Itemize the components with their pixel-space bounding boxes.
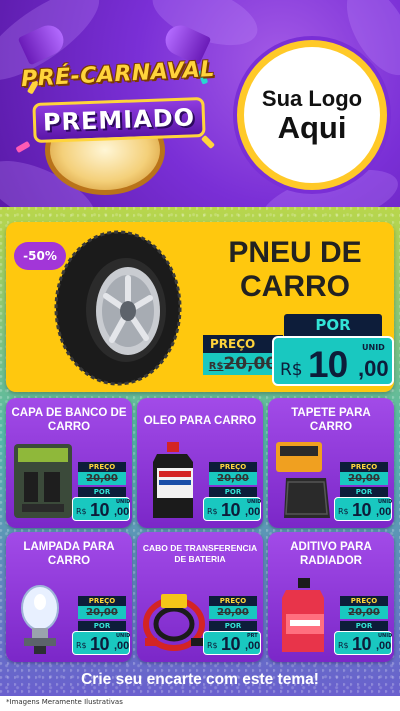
product-name: CABO DE TRANSFERENCIA DE BATERIA	[142, 543, 258, 564]
por-label: POR	[78, 487, 126, 497]
old-price: R$20,00	[203, 353, 283, 375]
price-integer: 10	[352, 500, 372, 520]
radiator-additive-image	[272, 572, 338, 656]
preco-label: PREÇO	[209, 462, 257, 472]
featured-product-name: PNEU DE CARRO	[202, 236, 388, 304]
title-pre-carnaval: PRÉ-CARNAVAL	[20, 56, 216, 93]
preco-label: PREÇO	[203, 335, 283, 353]
price-currency: R$	[207, 641, 218, 650]
product-card: TAPETE PARA CARRO PREÇO 20,00 POR R$ 10 …	[268, 398, 394, 528]
por-label: POR	[209, 487, 257, 497]
featured-name-line1: PNEU DE	[228, 236, 362, 269]
price-integer: 10	[90, 634, 110, 654]
price-unit: UNID	[378, 633, 393, 639]
preco-label: PREÇO	[340, 462, 388, 472]
old-price: 20,00	[340, 472, 388, 485]
price-currency: R$	[338, 641, 349, 650]
price-currency: R$	[76, 507, 87, 516]
por-label: POR	[340, 487, 388, 497]
price-decimal: ,00	[376, 640, 392, 652]
product-name: LAMPADA PARA CARRO	[23, 541, 115, 567]
por-label: POR	[340, 621, 388, 631]
old-price-currency: R$	[208, 361, 224, 372]
seat-cover-image	[10, 438, 76, 522]
price-decimal: ,00	[376, 506, 392, 518]
confetti-icon	[15, 140, 31, 154]
confetti-icon	[200, 134, 216, 150]
product-name: ADITIVO PARA RADIADOR	[290, 541, 372, 567]
preco-label: PREÇO	[78, 596, 126, 606]
price-integer: 10	[308, 344, 348, 385]
header-banner: PRÉ-CARNAVAL PREMIADO Sua Logo Aqui	[0, 0, 400, 210]
product-name: CAPA DE BANCO DE CARRO	[11, 407, 127, 433]
price-integer: 10	[352, 634, 372, 654]
price-integer: 10	[221, 634, 241, 654]
new-price: R$ 10 UNID ,00	[334, 631, 392, 655]
product-name: OLEO PARA CARRO	[143, 415, 257, 427]
oil-bottle-image	[141, 438, 207, 522]
preco-label: PREÇO	[209, 596, 257, 606]
price-currency: R$	[207, 507, 218, 516]
price-currency: R$	[76, 641, 87, 650]
price-currency: R$	[338, 507, 349, 516]
price-decimal: ,00	[245, 506, 261, 518]
tire-image	[46, 226, 186, 388]
price-unit: UNID	[247, 499, 262, 505]
product-name: TAPETE PARA CARRO	[291, 407, 371, 433]
new-price: R$ 10 UNID ,00	[72, 631, 130, 655]
price-integer: 10	[221, 500, 241, 520]
featured-name-line2: CARRO	[240, 270, 350, 303]
price-decimal: ,00	[245, 640, 261, 652]
old-price: 20,00	[78, 472, 126, 485]
new-price: R$ 10 UNID ,00	[334, 497, 392, 521]
product-card: CAPA DE BANCO DE CARRO PREÇO 20,00 POR R…	[6, 398, 132, 528]
product-card: CABO DE TRANSFERENCIA DE BATERIA PREÇO 2…	[137, 532, 263, 662]
floor-mat-image	[272, 438, 338, 522]
price-unit: PRT	[247, 633, 258, 639]
new-price: R$ 10 UNID ,00	[72, 497, 130, 521]
por-label: POR	[284, 314, 382, 336]
new-price: R$ 10 UNID ,00	[272, 336, 394, 386]
price-integer: 10	[90, 500, 110, 520]
old-price: 20,00	[209, 606, 257, 619]
title-premiado: PREMIADO	[32, 97, 206, 143]
old-price: 20,00	[209, 472, 257, 485]
old-price: 20,00	[340, 606, 388, 619]
product-card: LAMPADA PARA CARRO PREÇO 20,00 POR R$ 10…	[6, 532, 132, 662]
preco-label: PREÇO	[78, 462, 126, 472]
old-price-value: 20,00	[223, 354, 278, 374]
new-price: R$ 10 UNID ,00	[203, 497, 261, 521]
featured-product-card: -50% PNEU DE CARRO POR PREÇO R$20,00 R$ …	[6, 222, 394, 392]
price-unit: UNID	[116, 633, 131, 639]
battery-cable-image	[141, 572, 207, 656]
price-unit: UNID	[362, 343, 385, 352]
disclaimer-text: *Imagens Meramente Ilustrativas	[6, 698, 123, 706]
price-unit: UNID	[378, 499, 393, 505]
price-decimal: ,00	[114, 506, 130, 518]
new-price: R$ 10 PRT ,00	[203, 631, 261, 655]
cta-link[interactable]: Crie seu encarte com este tema!	[20, 666, 380, 694]
logo-text-line2: Aqui	[277, 109, 347, 145]
logo-placeholder: Sua Logo Aqui	[237, 40, 387, 190]
old-price: 20,00	[78, 606, 126, 619]
lamp-image	[10, 572, 76, 656]
price-decimal: ,00	[114, 640, 130, 652]
price-currency: R$	[280, 360, 303, 380]
por-label: POR	[209, 621, 257, 631]
price-unit: UNID	[116, 499, 131, 505]
preco-label: PREÇO	[340, 596, 388, 606]
logo-text-line1: Sua Logo	[261, 85, 363, 111]
por-label: POR	[78, 621, 126, 631]
product-card: OLEO PARA CARRO PREÇO 20,00 POR R$ 10 UN…	[137, 398, 263, 528]
product-card: ADITIVO PARA RADIADOR PREÇO 20,00 POR R$…	[268, 532, 394, 662]
price-decimal: ,00	[358, 356, 389, 381]
discount-badge: -50%	[14, 242, 66, 270]
